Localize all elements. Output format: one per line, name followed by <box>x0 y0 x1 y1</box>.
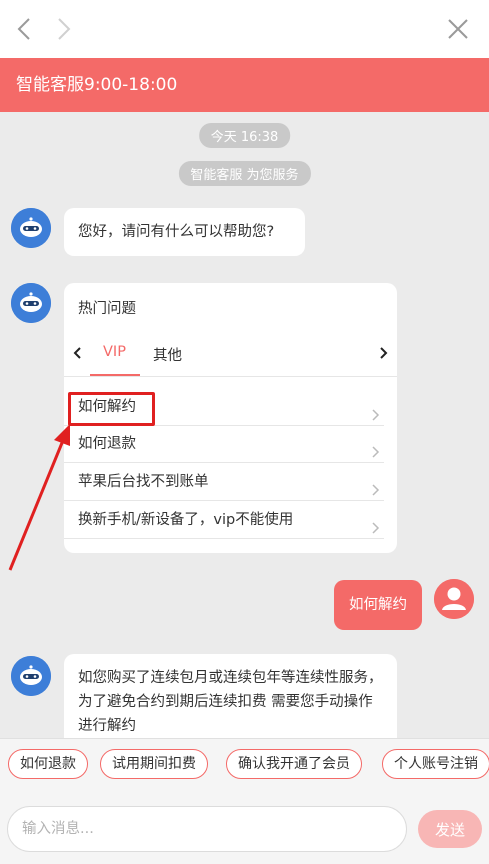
chevron-right-icon <box>368 400 382 421</box>
quick-reply-chip[interactable]: 如何退款 <box>8 749 88 779</box>
user-avatar-icon <box>434 579 474 619</box>
bot-greeting-message: 您好，请问有什么可以帮助您? <box>64 208 305 256</box>
message-input-bar: 发送 <box>0 788 489 864</box>
quick-reply-chip[interactable]: 确认我开通了会员 <box>226 749 362 779</box>
quick-replies-bar: 如何退款 试用期间扣费 确认我开通了会员 个人账号注销 <box>0 738 489 788</box>
tab-other[interactable]: 其他 <box>153 344 182 365</box>
service-label: 智能客服 为您服务 <box>178 161 311 186</box>
tab-next-icon[interactable] <box>375 345 391 361</box>
back-arrow-icon[interactable] <box>8 12 42 46</box>
annotation-arrow <box>8 424 70 571</box>
close-icon[interactable] <box>441 12 475 46</box>
bot-avatar-icon <box>11 208 51 248</box>
page-title: 智能客服9:00-18:00 <box>0 58 489 112</box>
bot-avatar-icon <box>11 656 51 696</box>
forward-arrow-icon[interactable] <box>46 12 80 46</box>
quick-reply-chip[interactable]: 个人账号注销 <box>382 749 489 779</box>
top-nav-bar <box>0 0 489 58</box>
user-message: 如何解约 <box>334 580 422 630</box>
send-button[interactable]: 发送 <box>418 810 482 848</box>
chevron-right-icon <box>368 437 382 458</box>
chevron-right-icon <box>368 475 382 496</box>
timestamp-label: 今天 16:38 <box>198 123 291 148</box>
bot-answer-message: 如您购买了连续包月或连续包年等连续性服务，为了避免合约到期后连续扣费 需要您手动… <box>64 654 397 738</box>
quick-reply-chip[interactable]: 试用期间扣费 <box>100 749 208 779</box>
chevron-right-icon <box>368 513 382 534</box>
message-input[interactable] <box>7 806 407 852</box>
